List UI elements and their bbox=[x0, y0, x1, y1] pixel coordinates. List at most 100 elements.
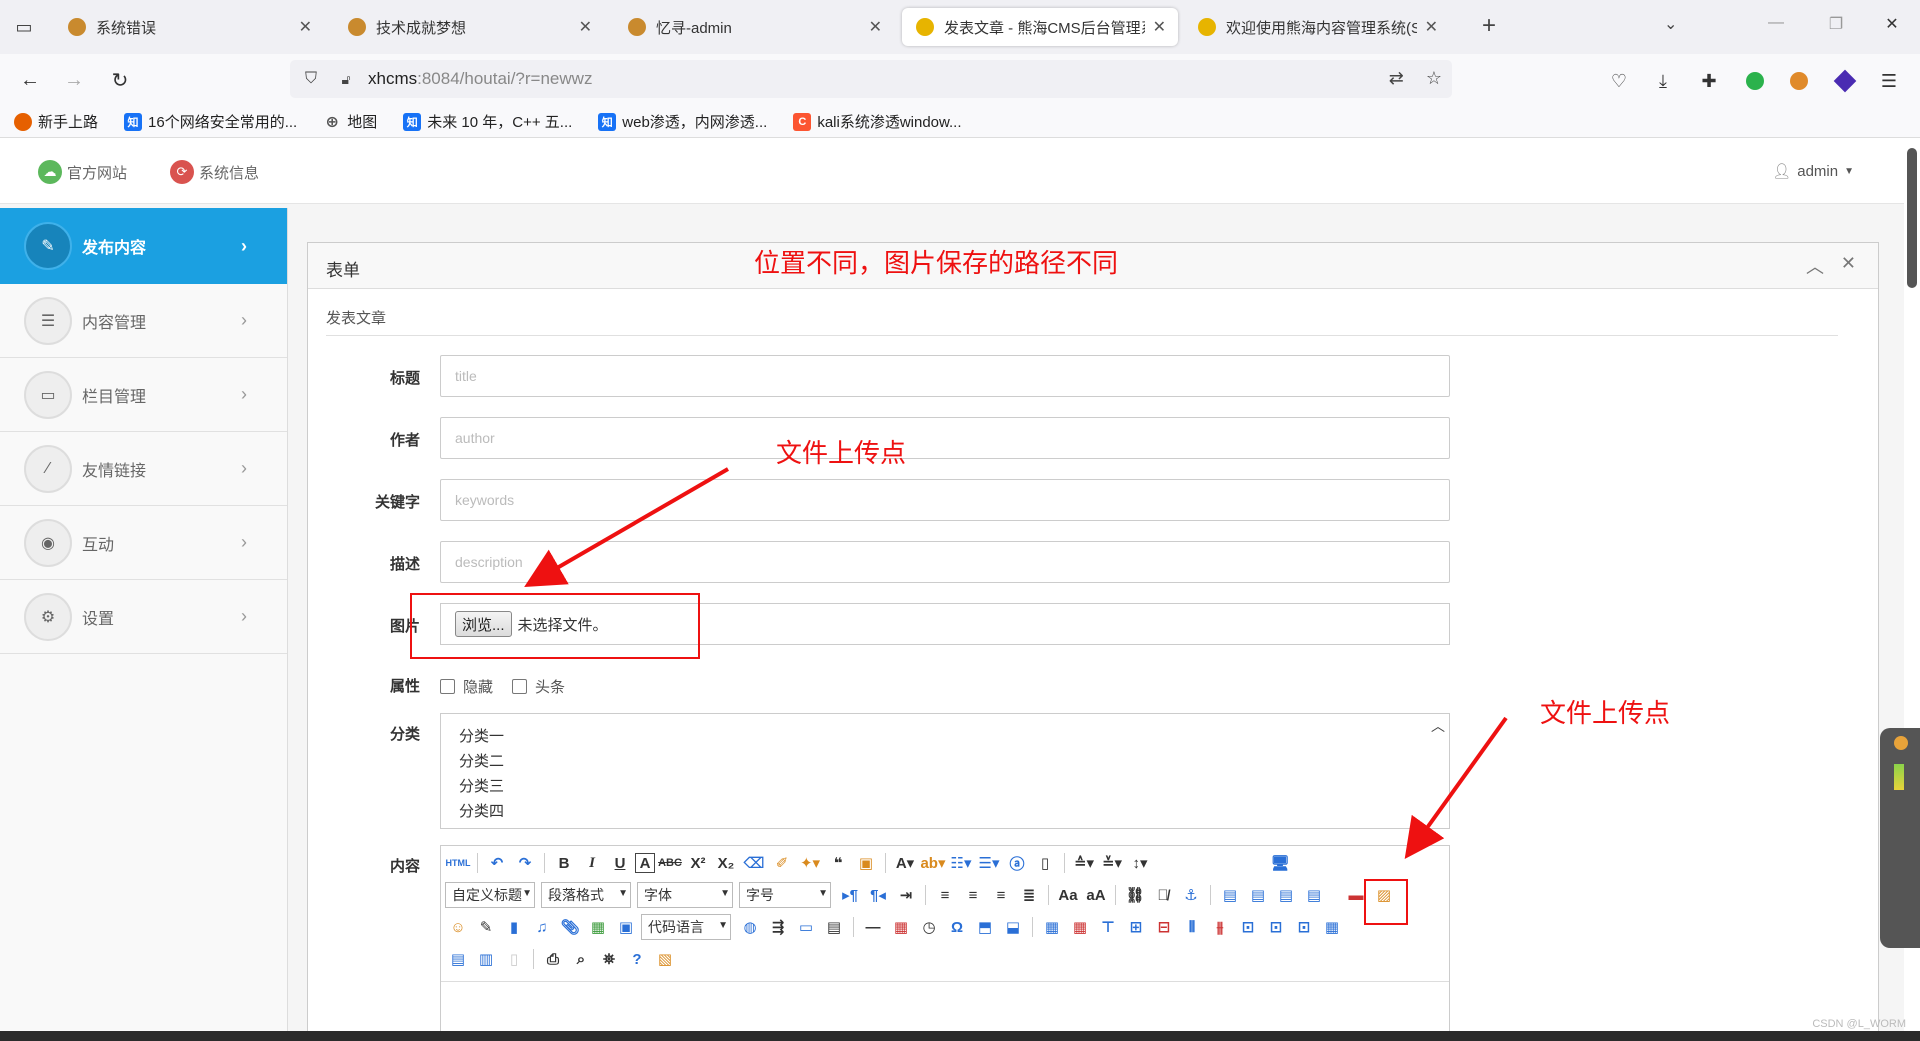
blockquote-icon[interactable]: ❝ bbox=[825, 850, 851, 876]
image-none-float-icon[interactable]: ▤ bbox=[1217, 882, 1243, 908]
unlink-icon[interactable]: ⛓̸ bbox=[1150, 882, 1176, 908]
collapse-icon[interactable]: ︿ bbox=[1806, 253, 1824, 279]
insert-video-icon[interactable]: ▮ bbox=[501, 914, 527, 940]
tab-tech[interactable]: 技术成就梦想 ✕ bbox=[334, 8, 604, 46]
delete-col-icon[interactable]: ⫵ bbox=[1207, 914, 1233, 940]
undo-icon[interactable]: ↶ bbox=[484, 850, 510, 876]
checkbox-box[interactable] bbox=[512, 679, 527, 694]
keywords-input[interactable] bbox=[440, 479, 1450, 521]
system-info-link[interactable]: ⟳ 系统信息 bbox=[170, 160, 259, 184]
line-height-icon[interactable]: ↕▾ bbox=[1127, 850, 1153, 876]
underline-icon[interactable]: U bbox=[607, 850, 633, 876]
search-replace-icon[interactable]: ⛯ bbox=[596, 946, 622, 972]
font-size-select[interactable]: 字号 ▼ bbox=[739, 882, 831, 908]
format-brush-icon[interactable]: ✐ bbox=[769, 850, 795, 876]
background-icon[interactable]: ▭ bbox=[793, 914, 819, 940]
help-icon[interactable]: ? bbox=[624, 946, 650, 972]
split-to-rows-icon[interactable]: ▤ bbox=[445, 946, 471, 972]
close-tab-icon[interactable]: ✕ bbox=[869, 17, 882, 37]
bookmark-item[interactable]: 知 web渗透，内网渗透... bbox=[598, 111, 767, 132]
italic-icon[interactable]: I bbox=[579, 850, 605, 876]
autotype-icon[interactable]: ✦▾ bbox=[797, 850, 823, 876]
close-window-icon[interactable]: ✕ bbox=[1880, 14, 1904, 34]
minimize-icon[interactable]: — bbox=[1764, 14, 1788, 32]
scrollbar-thumb[interactable] bbox=[1907, 148, 1917, 288]
scrawl-icon[interactable]: ✎ bbox=[473, 914, 499, 940]
link-icon[interactable]: ⛓ bbox=[1122, 882, 1148, 908]
drafts-icon[interactable]: ▧ bbox=[652, 946, 678, 972]
font-color-icon[interactable]: A▾ bbox=[892, 850, 918, 876]
align-left-icon[interactable]: ≡ bbox=[932, 882, 958, 908]
insert-col-icon[interactable]: ⫴ bbox=[1179, 914, 1205, 940]
category-option[interactable]: 分类一 bbox=[459, 724, 1449, 749]
insert-row-icon[interactable]: ⊞ bbox=[1123, 914, 1149, 940]
align-right-icon[interactable]: ≡ bbox=[988, 882, 1014, 908]
sidebar-item-interaction[interactable]: ◉ 互动 › bbox=[0, 506, 287, 580]
paragraph-format-select[interactable]: 段落格式 ▼ bbox=[541, 882, 631, 908]
editor-content-area[interactable] bbox=[441, 982, 1449, 1031]
bookmark-item[interactable]: 新手上路 bbox=[14, 111, 98, 132]
insert-frame-icon[interactable]: ▣ bbox=[613, 914, 639, 940]
category-option[interactable]: 分类三 bbox=[459, 774, 1449, 799]
tab-admin[interactable]: 忆寻-admin ✕ bbox=[614, 8, 894, 46]
pocket-icon[interactable]: ♡ bbox=[1606, 68, 1632, 94]
tab-publish-article[interactable]: 发表文章 - 熊海CMS后台管理系 ✕ bbox=[902, 8, 1178, 46]
image-right-icon[interactable]: ▤ bbox=[1273, 882, 1299, 908]
sidebar-item-column-mgmt[interactable]: ▭ 栏目管理 › bbox=[0, 358, 287, 432]
new-tab-icon[interactable]: + bbox=[1476, 12, 1502, 40]
snapshot-icon[interactable]: ⬓ bbox=[1000, 914, 1026, 940]
align-justify-icon[interactable]: ≣ bbox=[1016, 882, 1042, 908]
sidebar-item-publish[interactable]: ✎ 发布内容 › bbox=[0, 208, 287, 284]
close-tab-icon[interactable]: ✕ bbox=[299, 17, 312, 37]
charts-icon[interactable]: ▯ bbox=[501, 946, 527, 972]
url-text[interactable]: xhcms:8084/houtai/?r=newwz bbox=[368, 69, 592, 89]
image-left-icon[interactable]: ▤ bbox=[1245, 882, 1271, 908]
lowercase-icon[interactable]: aA bbox=[1083, 882, 1109, 908]
tab-welcome[interactable]: 欢迎使用熊海内容管理系统(SE/ ✕ bbox=[1184, 8, 1450, 46]
row-spacing-bottom-icon[interactable]: ≚▾ bbox=[1099, 850, 1125, 876]
category-option[interactable]: 分类二 bbox=[459, 749, 1449, 774]
restore-icon[interactable]: ❐ bbox=[1824, 14, 1848, 34]
category-listbox[interactable]: 分类一 分类二 分类三 分类四 ︿ bbox=[440, 713, 1450, 829]
close-tab-icon[interactable]: ✕ bbox=[1425, 17, 1438, 37]
sidebar-item-content-mgmt[interactable]: ☰ 内容管理 › bbox=[0, 284, 287, 358]
align-center-icon[interactable]: ≡ bbox=[960, 882, 986, 908]
bookmark-star-icon[interactable]: ☆ bbox=[1426, 68, 1442, 89]
preview-icon[interactable]: ⌕ bbox=[568, 946, 594, 972]
close-tab-icon[interactable]: ✕ bbox=[579, 17, 592, 37]
url-bar[interactable]: ⛉ 🔓︎ xhcms:8084/houtai/?r=newwz ⇄ ☆ bbox=[290, 60, 1452, 98]
image-center-icon[interactable]: ▤ bbox=[1301, 882, 1327, 908]
special-char-icon[interactable]: Ω bbox=[944, 914, 970, 940]
forward-icon[interactable]: → bbox=[60, 66, 88, 94]
bold-icon[interactable]: B bbox=[551, 850, 577, 876]
merge-down-icon[interactable]: ⊡ bbox=[1291, 914, 1317, 940]
date-icon[interactable]: ▦ bbox=[888, 914, 914, 940]
sidebar-item-friend-links[interactable]: ⁄ 友情链接 › bbox=[0, 432, 287, 506]
category-option[interactable]: 分类四 bbox=[459, 799, 1449, 824]
rtl-direction-icon[interactable]: ¶◂ bbox=[865, 882, 891, 908]
split-to-cols-icon[interactable]: ▥ bbox=[473, 946, 499, 972]
insert-paragraph-before-table-icon[interactable]: ⊤ bbox=[1095, 914, 1121, 940]
word-image-icon[interactable]: ⬒ bbox=[972, 914, 998, 940]
print-icon[interactable]: ⎙ bbox=[540, 946, 566, 972]
indent-icon[interactable]: ⇥ bbox=[893, 882, 919, 908]
extensions-icon[interactable]: ✚ bbox=[1696, 68, 1722, 94]
description-input[interactable] bbox=[440, 541, 1450, 583]
select-all-icon[interactable]: ⓐ bbox=[1004, 850, 1030, 876]
bookmark-item[interactable]: 知 16个网络安全常用的... bbox=[124, 111, 297, 132]
unordered-list-icon[interactable]: ☰▾ bbox=[976, 850, 1002, 876]
attachment-icon[interactable]: 📎︎ bbox=[557, 914, 583, 940]
hackbar-extension-icon[interactable] bbox=[1786, 68, 1812, 94]
html-source-icon[interactable]: HTML bbox=[445, 850, 471, 876]
tab-list-icon[interactable]: ▭ bbox=[10, 14, 38, 40]
insert-table-icon[interactable]: ▦ bbox=[1039, 914, 1065, 940]
strikethrough-icon[interactable]: ABC bbox=[657, 850, 683, 876]
purple-extension-icon[interactable] bbox=[1832, 68, 1858, 94]
superscript-icon[interactable]: X² bbox=[685, 850, 711, 876]
green-extension-icon[interactable] bbox=[1742, 68, 1768, 94]
checkbox-box[interactable] bbox=[440, 679, 455, 694]
subscript-icon[interactable]: X₂ bbox=[713, 850, 739, 876]
fullscreen-icon[interactable]: 🖥︎ bbox=[1267, 850, 1293, 876]
horizontal-rule-icon[interactable]: — bbox=[860, 914, 886, 940]
custom-heading-select[interactable]: 自定义标题 ▼ bbox=[445, 882, 535, 908]
